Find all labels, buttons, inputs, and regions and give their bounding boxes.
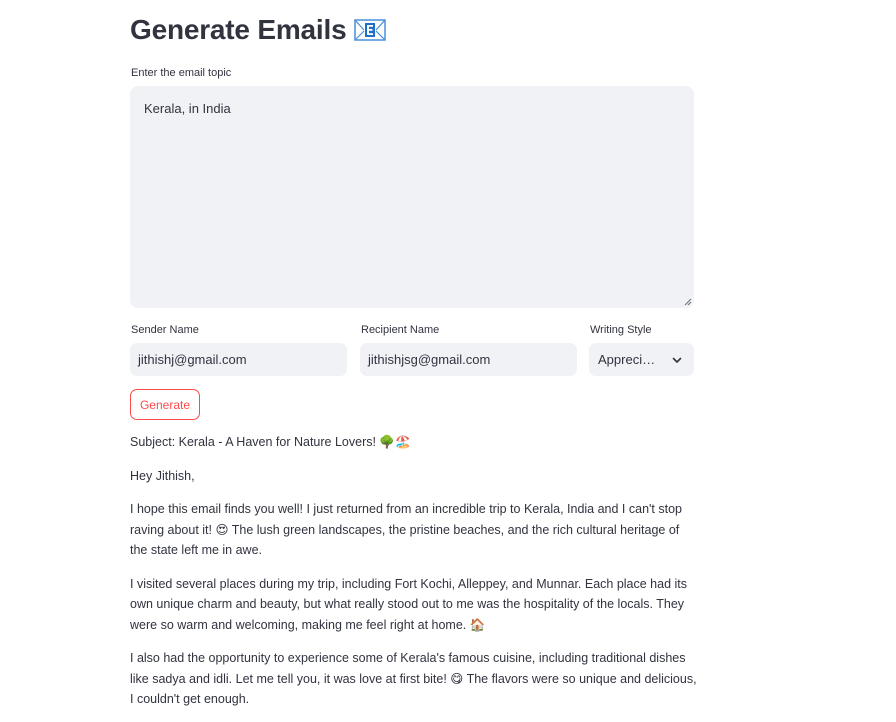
topic-label: Enter the email topic [131, 67, 232, 79]
e-mail-icon [354, 19, 387, 41]
topic-value: Kerala, in India [144, 101, 231, 116]
resize-grip-icon[interactable] [684, 298, 692, 306]
chevron-down-icon [672, 357, 682, 363]
email-greeting: Hey Jithish, [130, 468, 195, 483]
email-paragraph: I also had the opportunity to experience… [130, 651, 697, 706]
recipient-label: Recipient Name [361, 324, 440, 336]
email-paragraph: I hope this email finds you well! I just… [130, 502, 682, 557]
page-title: Generate Emails [130, 14, 387, 46]
email-subject: Subject: Kerala - A Haven for Nature Lov… [130, 435, 411, 449]
recipient-value: jithishjsg@gmail.com [368, 352, 491, 367]
sender-input[interactable]: jithishj@gmail.com [130, 343, 347, 376]
writing-style-value: Appreci… [598, 352, 656, 367]
email-paragraph: I visited several places during my trip,… [130, 576, 688, 632]
topic-textarea[interactable]: Kerala, in India [130, 86, 694, 308]
email-output: Subject: Kerala - A Haven for Nature Lov… [130, 432, 700, 722]
writing-style-select[interactable]: Appreci… [589, 343, 694, 376]
page-title-text: Generate Emails [130, 14, 347, 45]
page: Generate Emails Enter the email topic Ke… [0, 0, 896, 722]
style-label: Writing Style [590, 324, 652, 336]
recipient-input[interactable]: jithishjsg@gmail.com [360, 343, 577, 376]
generate-button[interactable]: Generate [130, 389, 200, 420]
sender-value: jithishj@gmail.com [138, 352, 247, 367]
sender-label: Sender Name [131, 324, 199, 336]
